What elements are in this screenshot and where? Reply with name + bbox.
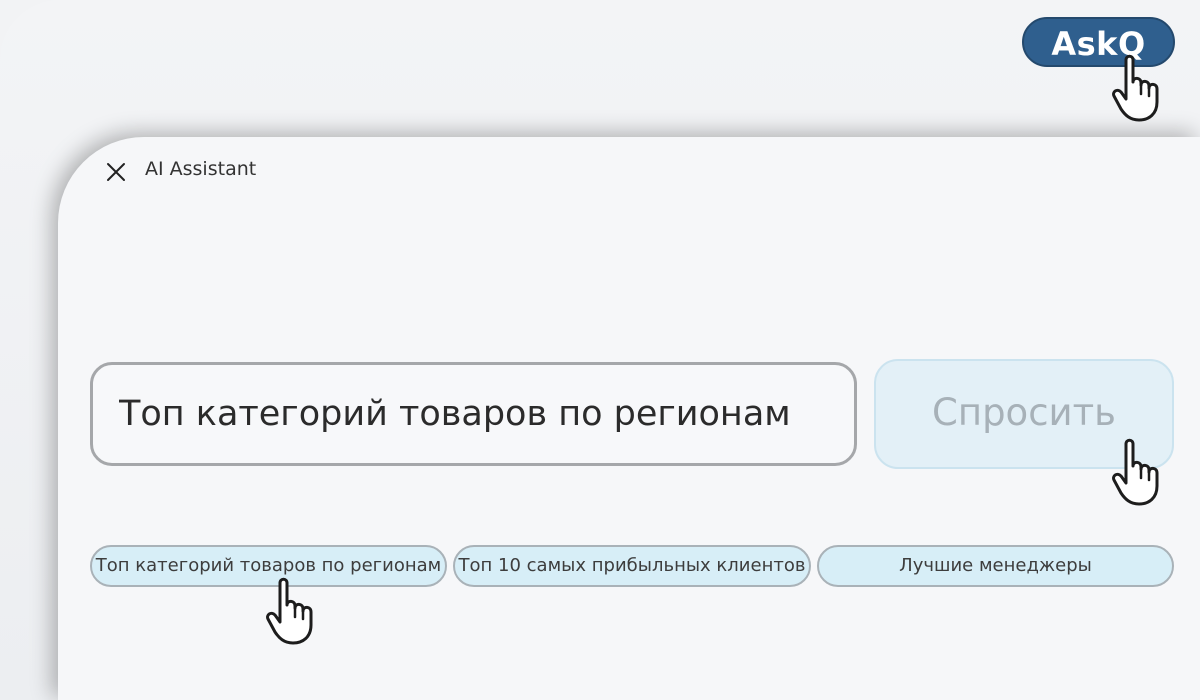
ai-assistant-panel: AI Assistant Спросить Топ категорий това… (58, 137, 1200, 700)
hand-pointer-icon (1112, 438, 1159, 506)
panel-title: AI Assistant (145, 158, 257, 180)
suggestion-chip[interactable]: Топ 10 самых прибыльных клиентов (453, 545, 811, 587)
suggestion-chip[interactable]: Лучшие менеджеры (817, 545, 1174, 587)
hand-pointer-icon (266, 577, 313, 645)
query-input[interactable] (90, 362, 857, 466)
hand-pointer-icon (1112, 54, 1159, 122)
close-icon[interactable] (106, 162, 126, 182)
